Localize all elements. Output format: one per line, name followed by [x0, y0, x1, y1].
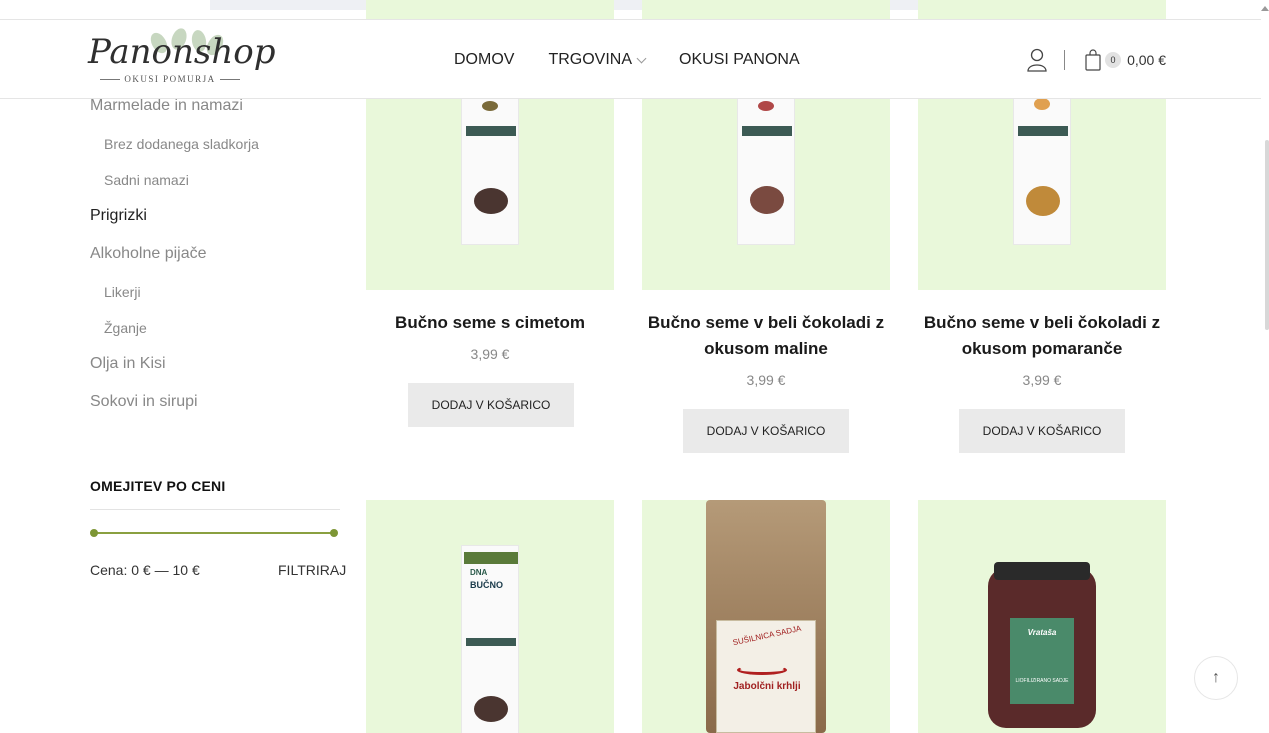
bag-header-label: SUŠILNICA SADJA	[731, 623, 803, 648]
category-sadni-namazi[interactable]: Sadni namazi	[90, 170, 340, 206]
arrow-up-icon: ↑	[1212, 669, 1220, 686]
product-jar-image: Vrataša LIOFILIZIRANO SADJE	[988, 562, 1096, 728]
product-bag-image: DNA BUČNO	[461, 545, 519, 733]
nav-domov[interactable]: DOMOV	[454, 51, 514, 69]
cart-count-badge[interactable]: 0	[1105, 52, 1122, 68]
price-slider-max-handle[interactable]	[330, 529, 338, 537]
price-range-slider[interactable]	[90, 529, 338, 537]
cart-total[interactable]: 0,00 €	[1127, 52, 1166, 68]
product-image[interactable]: DNA BUČNO	[366, 500, 614, 733]
product-title[interactable]: Bučno seme s cimetom	[352, 310, 628, 336]
category-brez-sladkorja[interactable]: Brez dodanega sladkorja	[90, 134, 340, 170]
scroll-to-top-button[interactable]: ↑	[1194, 656, 1238, 700]
category-alkoholne-pijace[interactable]: Alkoholne pijače	[90, 244, 340, 282]
price-range-label: Cena: 0 € — 10 €	[90, 562, 200, 578]
product-title[interactable]: Bučno seme v beli čokoladi z okusom mali…	[628, 310, 904, 362]
site-header: Panonshop OKUSI POMURJA DOMOV TRGOVINA O…	[0, 19, 1261, 99]
nav-trgovina[interactable]: TRGOVINA	[548, 51, 647, 69]
shopping-bag-icon[interactable]	[1085, 49, 1101, 71]
price-slider-min-handle[interactable]	[90, 529, 98, 537]
price-filter-title: OMEJITEV PO CENI	[90, 478, 226, 494]
category-olja-kisi[interactable]: Olja in Kisi	[90, 354, 340, 392]
logo-text: Panonshop	[88, 32, 276, 72]
product-bag-image	[1013, 75, 1071, 245]
category-sidebar: Marmelade in namazi Brez dodanega sladko…	[90, 96, 340, 430]
chevron-down-icon	[636, 53, 647, 63]
product-image[interactable]: Vrataša LIOFILIZIRANO SADJE	[918, 500, 1166, 733]
add-to-cart-button[interactable]: DODAJ V KOŠARICO	[959, 409, 1125, 453]
product-bag-image	[737, 75, 795, 245]
product-image[interactable]: SUŠILNICA SADJA Jabolčni krhlji	[642, 500, 890, 733]
filter-button[interactable]: FILTRIRAJ	[278, 562, 346, 578]
product-price: 3,99 €	[746, 372, 786, 388]
category-prigrizki[interactable]: Prigrizki	[90, 206, 340, 244]
add-to-cart-button[interactable]: DODAJ V KOŠARICO	[408, 383, 574, 427]
user-icon[interactable]	[1026, 48, 1048, 72]
scroll-up-arrow-icon[interactable]	[1261, 6, 1269, 11]
add-to-cart-button[interactable]: DODAJ V KOŠARICO	[683, 409, 849, 453]
main-nav: DOMOV TRGOVINA OKUSI PANONA	[454, 20, 834, 100]
price-filter-divider	[90, 509, 340, 510]
category-marmelade[interactable]: Marmelade in namazi	[90, 96, 340, 134]
bag-brand-label: DNA	[470, 568, 488, 577]
product-bag-image: SUŠILNICA SADJA Jabolčni krhlji	[706, 500, 826, 733]
category-likerji[interactable]: Likerji	[90, 282, 340, 318]
header-divider	[1064, 50, 1066, 70]
product-bag-image	[461, 75, 519, 245]
nav-okusi-panona[interactable]: OKUSI PANONA	[679, 51, 800, 69]
product-price: 3,99 €	[1022, 372, 1062, 388]
category-sokovi-sirupi[interactable]: Sokovi in sirupi	[90, 392, 340, 430]
product-price: 3,99 €	[470, 346, 510, 362]
header-actions: 0 0,00 €	[1026, 20, 1166, 100]
scrollbar-thumb[interactable]	[1265, 140, 1269, 330]
jar-sub-label: LIOFILIZIRANO SADJE	[1015, 678, 1069, 684]
bag-product-label: Jabolčni krhlji	[733, 681, 801, 692]
category-zganje[interactable]: Žganje	[90, 318, 340, 354]
bag-product-label: BUČNO	[470, 580, 503, 590]
site-logo[interactable]: Panonshop OKUSI POMURJA	[88, 26, 275, 90]
logo-subtitle: OKUSI POMURJA	[92, 74, 248, 84]
product-title[interactable]: Bučno seme v beli čokoladi z okusom poma…	[904, 310, 1180, 362]
jar-label: Vrataša	[1027, 628, 1057, 637]
page-scrollbar[interactable]	[1261, 0, 1269, 733]
